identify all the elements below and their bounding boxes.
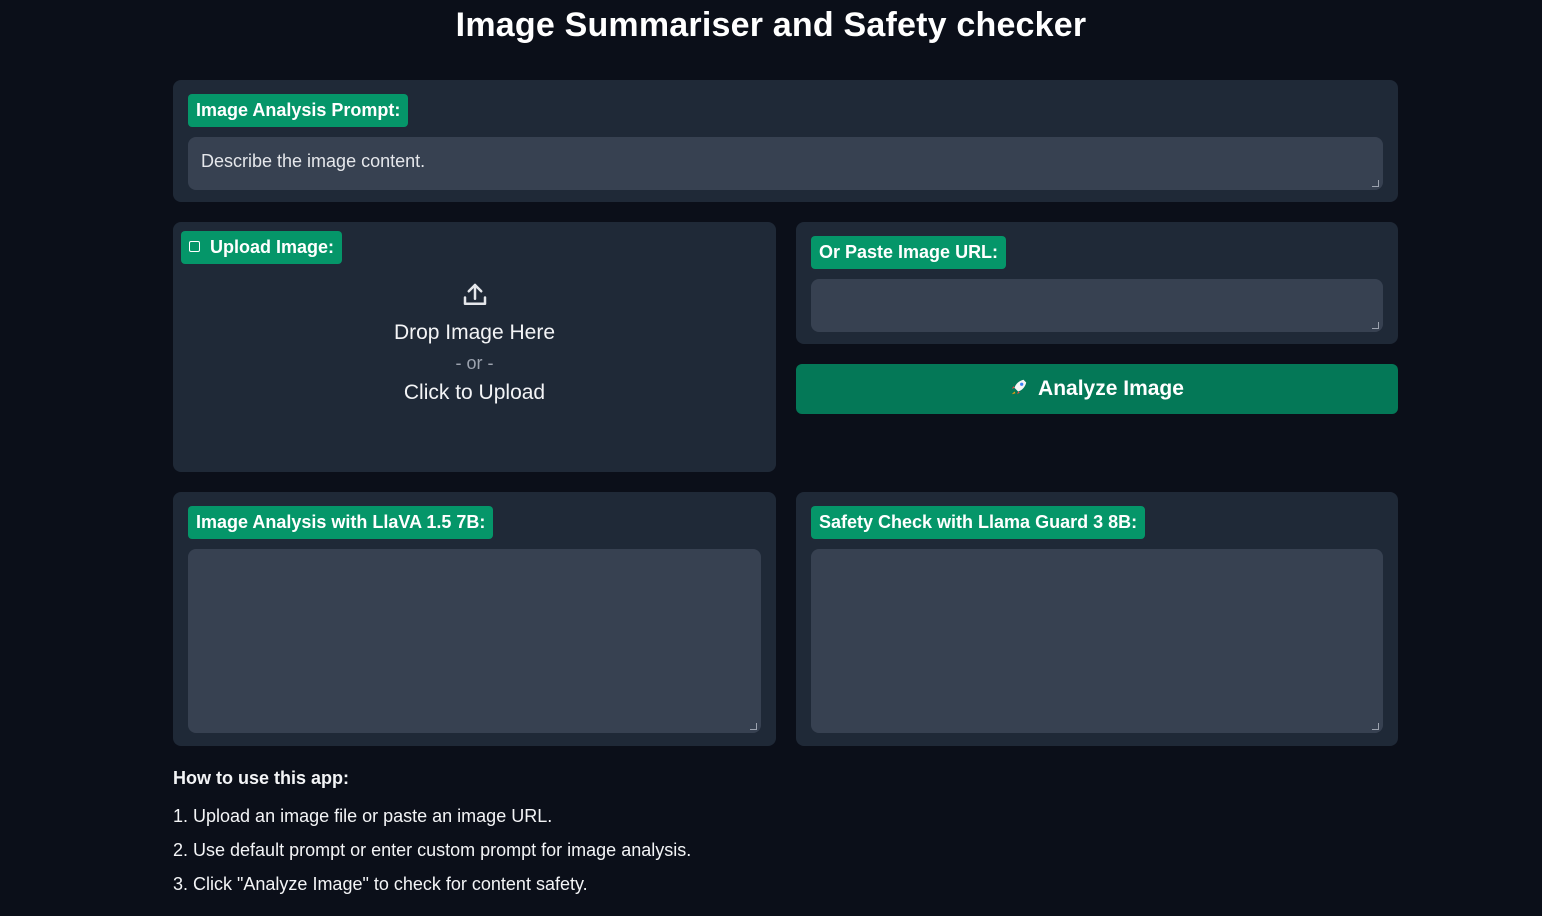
resize-handle-icon[interactable] bbox=[750, 723, 757, 730]
page-title: Image Summariser and Safety checker bbox=[455, 6, 1087, 44]
how-to-section: How to use this app: 1. Upload an image … bbox=[173, 768, 691, 901]
how-to-heading: How to use this app: bbox=[173, 768, 350, 788]
resize-handle-icon[interactable] bbox=[1372, 723, 1379, 730]
safety-label: Safety Check with Llama Guard 3 8B: bbox=[811, 506, 1146, 539]
url-label: Or Paste Image URL: bbox=[811, 236, 1007, 269]
analysis-panel: Image Analysis with LlaVA 1.5 7B: bbox=[173, 492, 776, 746]
url-panel: Or Paste Image URL: bbox=[796, 222, 1398, 344]
prompt-label: Image Analysis Prompt: bbox=[188, 94, 409, 127]
analysis-label: Image Analysis with LlaVA 1.5 7B: bbox=[188, 506, 494, 539]
or-text: - or - bbox=[455, 353, 494, 373]
prompt-value: Describe the image content. bbox=[201, 151, 426, 171]
url-input[interactable] bbox=[811, 279, 1383, 332]
safety-output[interactable] bbox=[811, 549, 1383, 733]
image-icon bbox=[189, 240, 200, 252]
how-to-step: 1. Upload an image file or paste an imag… bbox=[173, 806, 553, 826]
analyze-button-label: Analyze Image bbox=[1038, 377, 1184, 400]
upload-icon bbox=[463, 283, 486, 305]
resize-handle-icon[interactable] bbox=[1372, 322, 1379, 329]
how-to-step: 2. Use default prompt or enter custom pr… bbox=[173, 840, 692, 860]
analyze-button[interactable]: Analyze Image bbox=[796, 364, 1398, 414]
analysis-output[interactable] bbox=[188, 549, 761, 733]
safety-panel: Safety Check with Llama Guard 3 8B: bbox=[796, 492, 1398, 746]
upload-label-text: Upload Image: bbox=[210, 237, 335, 257]
upload-label: Upload Image: bbox=[181, 231, 343, 264]
rocket-icon bbox=[1011, 380, 1027, 395]
prompt-panel: Image Analysis Prompt: Describe the imag… bbox=[173, 80, 1398, 202]
prompt-input[interactable]: Describe the image content. bbox=[188, 137, 1383, 190]
upload-dropzone[interactable]: Drop Image Here - or - Click to Upload bbox=[173, 280, 776, 408]
how-to-step: 3. Click "Analyze Image" to check for co… bbox=[173, 874, 588, 894]
click-to-upload-text: Click to Upload bbox=[403, 381, 546, 404]
resize-handle-icon[interactable] bbox=[1372, 180, 1379, 187]
drop-text: Drop Image Here bbox=[393, 321, 556, 344]
